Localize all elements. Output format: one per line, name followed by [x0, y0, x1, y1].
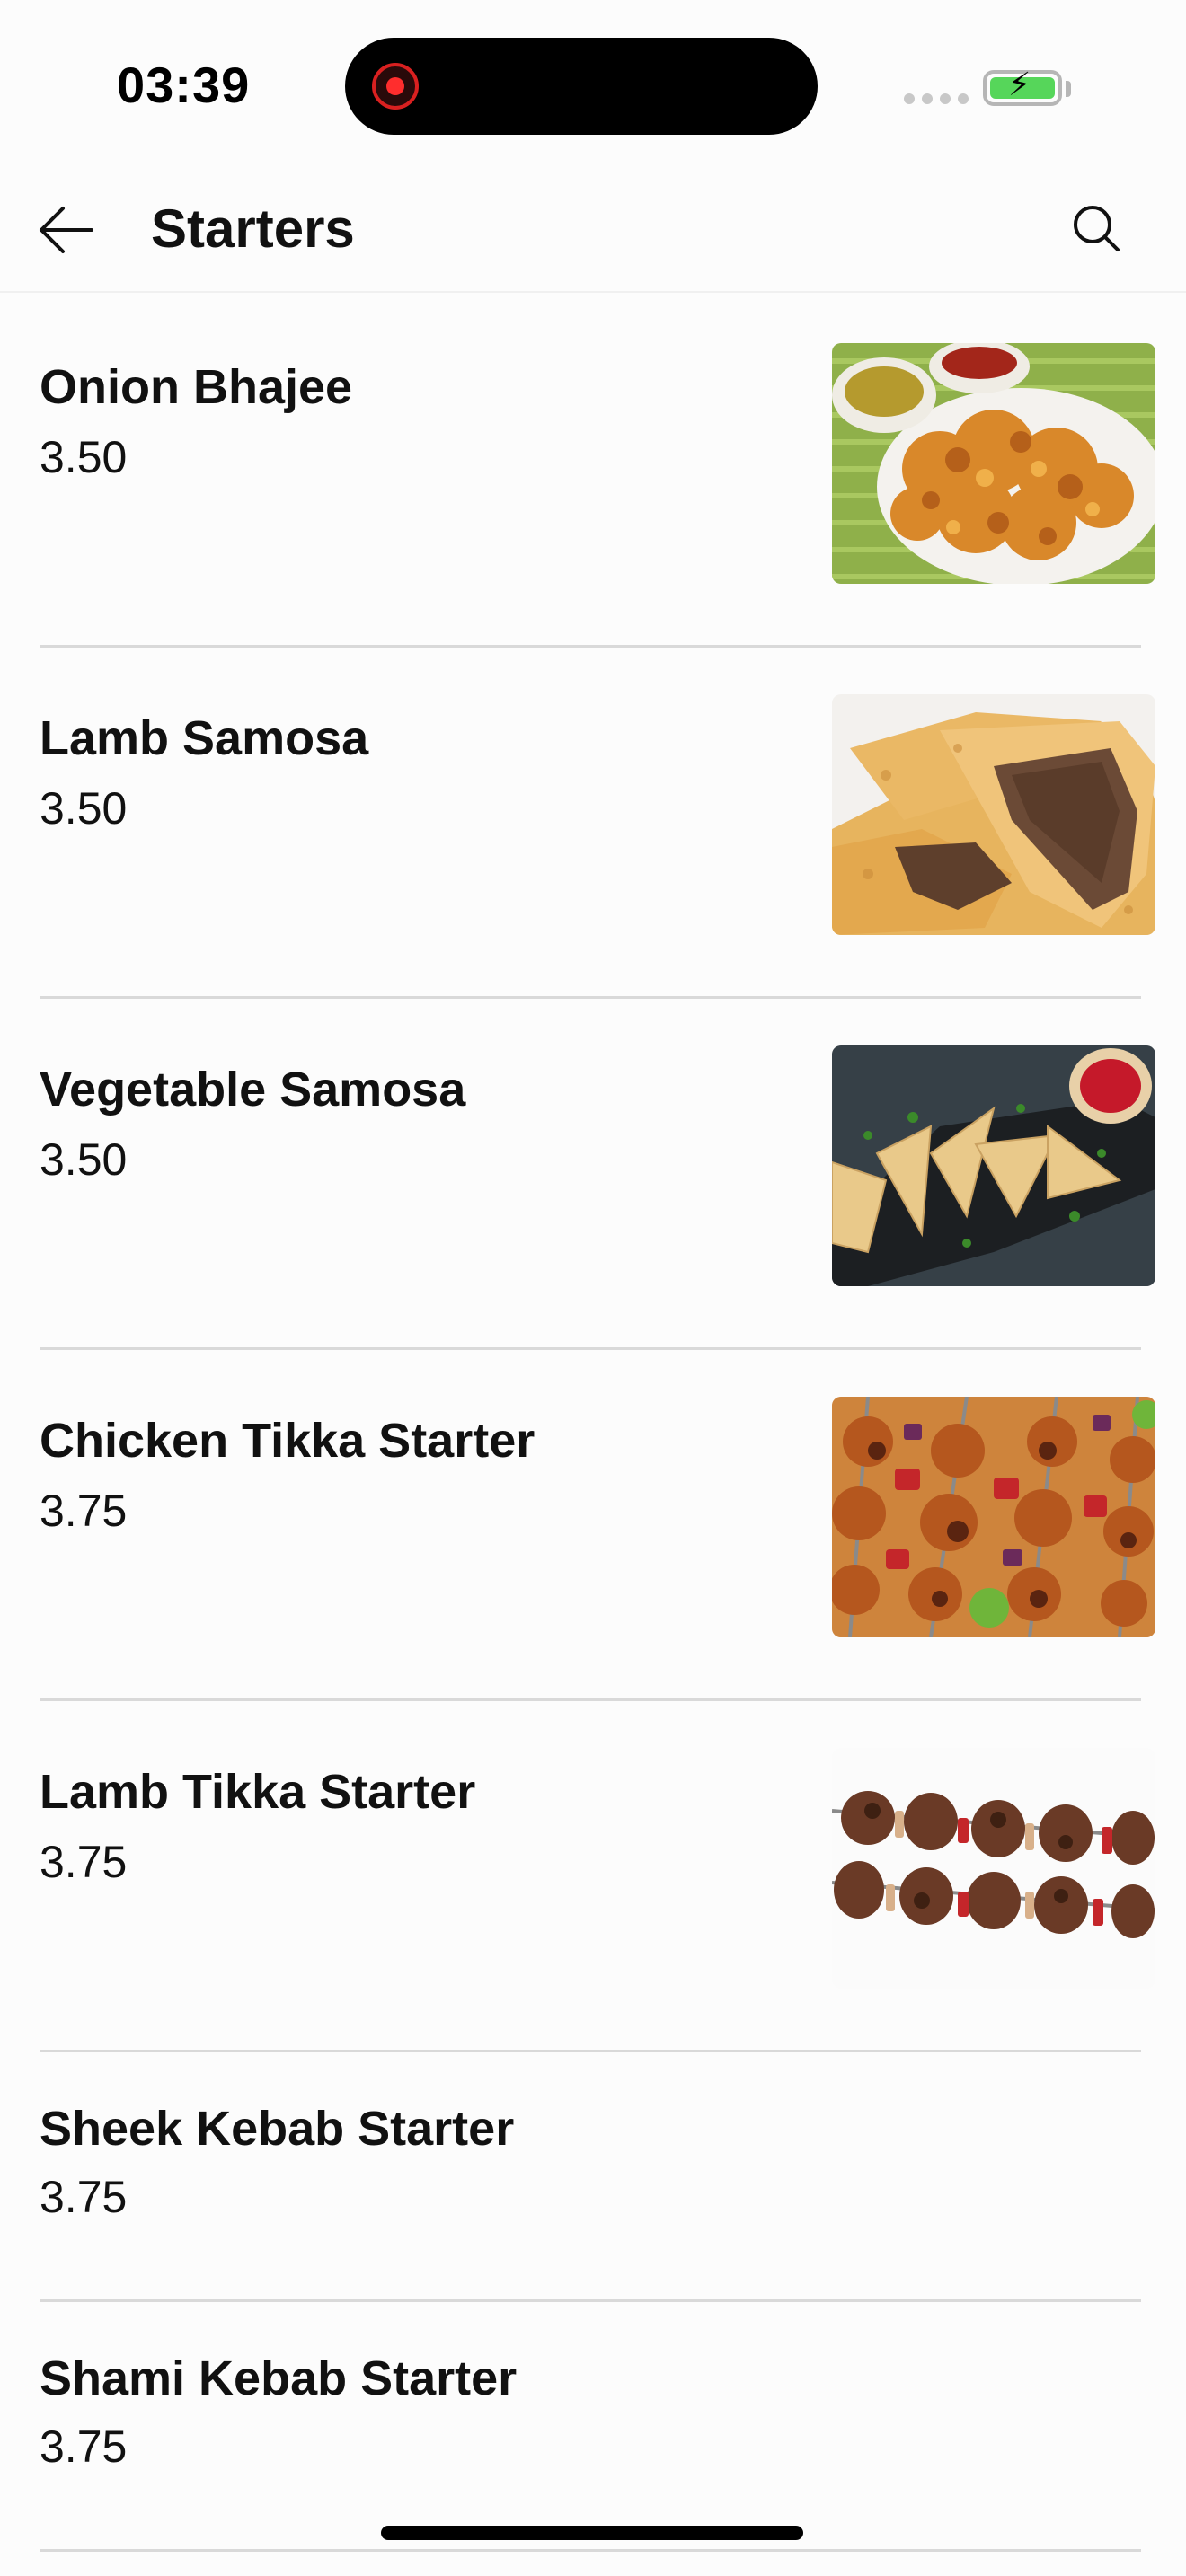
item-name: Onion Bhajee: [40, 360, 353, 414]
menu-item-shami-kebab-starter[interactable]: Shami Kebab Starter 3.75: [0, 2302, 1186, 2552]
onion-bhajee-photo: [832, 343, 1155, 584]
item-price: 3.50: [40, 432, 128, 482]
item-name: Sheek Kebab Starter: [40, 2102, 515, 2156]
item-name: Chicken Tikka Starter: [40, 1414, 535, 1468]
divider: [40, 2549, 1141, 2552]
menu-item-lamb-samosa[interactable]: Lamb Samosa 3.50: [0, 648, 1186, 999]
item-price: 3.75: [40, 1486, 128, 1536]
app-header: Starters: [0, 171, 1186, 293]
arrow-left-icon: [40, 207, 93, 253]
menu-item-lamb-tikka-starter[interactable]: Lamb Tikka Starter 3.75: [0, 1701, 1186, 2052]
item-price: 3.75: [40, 1837, 128, 1887]
lamb-tikka-photo: [832, 1748, 1155, 1989]
search-button[interactable]: [1066, 198, 1128, 260]
status-time: 03:39: [117, 57, 251, 113]
dynamic-island: [345, 38, 818, 135]
screen-recording-icon: [372, 63, 419, 110]
item-name: Vegetable Samosa: [40, 1063, 466, 1116]
menu-item-vegetable-samosa[interactable]: Vegetable Samosa 3.50: [0, 999, 1186, 1350]
battery-icon: ⚡: [983, 66, 1062, 106]
cellular-signal-icon: [904, 93, 969, 104]
menu-item-chicken-tikka-starter[interactable]: Chicken Tikka Starter 3.75: [0, 1350, 1186, 1701]
battery-cap: [1066, 81, 1071, 97]
back-button[interactable]: [36, 203, 99, 257]
menu-item-sheek-kebab-starter[interactable]: Sheek Kebab Starter 3.75: [0, 2052, 1186, 2302]
item-price: 3.75: [40, 2172, 128, 2222]
screen: 03:39 ⚡ Starters Onion Bhajee 3.50 Lamb …: [0, 0, 1186, 2576]
item-name: Lamb Tikka Starter: [40, 1765, 476, 1819]
home-indicator[interactable]: [381, 2526, 803, 2540]
menu-item-onion-bhajee[interactable]: Onion Bhajee 3.50: [0, 296, 1186, 648]
item-price: 3.50: [40, 783, 128, 834]
item-name: Lamb Samosa: [40, 711, 369, 765]
search-icon: [1074, 206, 1120, 251]
item-name: Shami Kebab Starter: [40, 2351, 518, 2405]
menu-list: Onion Bhajee 3.50 Lamb Samosa 3.50 Veget…: [0, 296, 1186, 2552]
vegetable-samosa-photo: [832, 1045, 1155, 1286]
item-price: 3.50: [40, 1134, 128, 1185]
status-bar: 03:39 ⚡: [0, 0, 1186, 171]
page-title: Starters: [151, 198, 355, 259]
item-price: 3.75: [40, 2422, 128, 2472]
chicken-tikka-photo: [832, 1397, 1155, 1637]
lamb-samosa-photo: [832, 694, 1155, 935]
charging-bolt-icon: ⚡: [1008, 66, 1031, 102]
